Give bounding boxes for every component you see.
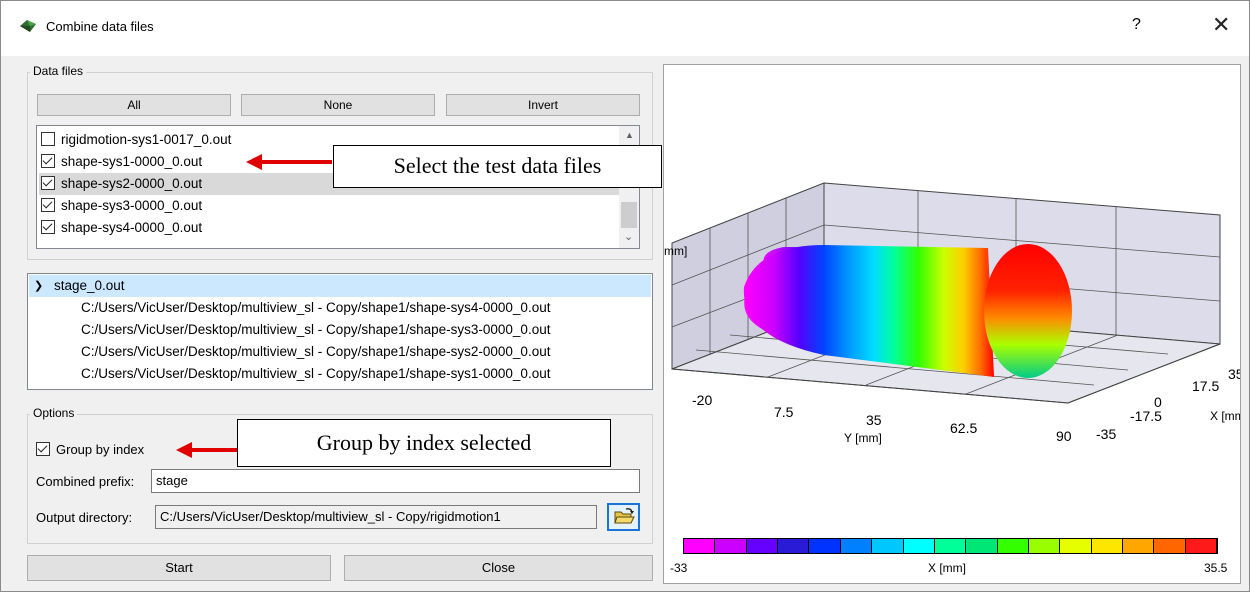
colorbar-min-label: -33 [670,561,688,575]
colorbar-swatch [1028,539,1061,553]
y-tick: 90 [1056,428,1072,444]
list-item-label: rigidmotion-sys1-0017_0.out [61,132,232,147]
colorbar-swatch [966,539,998,553]
checkbox[interactable] [41,176,55,190]
group-by-index-checkbox-row[interactable]: Group by index [36,440,144,460]
folder-open-icon [614,508,635,524]
tree-child[interactable]: C:/Users/VicUser/Desktop/multiview_sl - … [81,341,550,363]
list-item-label: shape-sys2-0000_0.out [61,176,203,191]
scrollbar-thumb[interactable] [621,202,637,228]
colorbar-swatch [1185,539,1218,553]
scroll-down-icon[interactable]: ⌄ [624,230,633,243]
y-axis-label: Y [mm] [844,431,882,445]
combined-prefix-input[interactable]: stage [151,469,640,493]
invert-selection-button[interactable]: Invert [446,94,640,116]
colorbar-swatch [1060,539,1092,553]
colorbar-swatch [746,539,779,553]
tree-root-label: stage_0.out [54,278,125,293]
x-tick: 17.5 [1192,378,1219,394]
start-button[interactable]: Start [27,555,331,581]
annotation-group-by-index: Group by index selected [237,419,611,467]
tree-child[interactable]: C:/Users/VicUser/Desktop/multiview_sl - … [81,319,550,341]
title-bar [0,0,1250,56]
close-window-button[interactable]: ✕ [1212,12,1230,38]
x-tick: -17.5 [1130,408,1162,424]
tree-child[interactable]: C:/Users/VicUser/Desktop/multiview_sl - … [81,363,550,385]
colorbar-swatch [840,539,873,553]
browse-folder-button[interactable] [607,503,640,531]
combined-files-tree[interactable]: ❯ stage_0.out C:/Users/VicUser/Desktop/m… [27,273,653,390]
list-item-label: shape-sys1-0000_0.out [61,154,203,169]
tree-child[interactable]: C:/Users/VicUser/Desktop/multiview_sl - … [81,297,550,319]
colorbar-swatch [809,539,841,553]
checkbox[interactable] [41,132,55,146]
group-by-index-checkbox[interactable] [36,442,50,456]
x-tick: 35 [1228,366,1240,382]
checkbox[interactable] [41,198,55,212]
list-item-label: shape-sys4-0000_0.out [61,220,203,235]
help-button[interactable]: ? [1132,16,1141,34]
checkbox[interactable] [41,154,55,168]
y-tick: -20 [692,392,712,408]
z-axis-label: mm] [664,244,687,258]
checkbox[interactable] [41,220,55,234]
y-tick: 7.5 [774,404,794,420]
output-directory-input[interactable]: C:/Users/VicUser/Desktop/multiview_sl - … [155,505,597,529]
list-item[interactable]: shape-sys4-0000_0.out [41,217,617,239]
colorbar-axis-label: X [mm] [928,561,966,575]
y-tick: 35 [866,412,882,428]
annotation-arrow [246,153,336,171]
colorbar-swatch [934,539,967,553]
3d-surface-plot: -20 7.5 35 62.5 90 Y [mm] -35 -17.5 0 17… [664,182,1245,445]
app-icon [18,18,38,34]
colorbar-swatch [684,539,716,553]
colorbar-swatch [1123,539,1155,553]
colorbar-swatch [778,539,810,553]
chevron-down-icon[interactable]: ❯ [34,275,43,297]
window-title: Combine data files [46,19,154,34]
combined-prefix-label: Combined prefix: [36,474,135,489]
colorbar-swatch [1154,539,1186,553]
colorbar [683,538,1218,554]
options-group-label: Options [30,406,78,420]
output-directory-label: Output directory: [36,510,133,525]
colorbar-swatch [872,539,904,553]
colorbar-swatch [1091,539,1124,553]
scroll-up-icon[interactable]: ▲ [625,130,634,140]
colorbar-swatch [903,539,935,553]
y-tick: 62.5 [950,420,977,436]
select-none-button[interactable]: None [241,94,435,116]
colorbar-swatch [997,539,1029,553]
annotation-arrow [176,441,240,459]
list-item-label: shape-sys3-0000_0.out [61,198,203,213]
plot-panel[interactable]: -20 7.5 35 62.5 90 Y [mm] -35 -17.5 0 17… [663,64,1245,584]
group-by-index-label: Group by index [56,442,145,457]
colorbar-max-label: 35.5 [1204,561,1228,575]
select-all-button[interactable]: All [37,94,231,116]
x-tick: 0 [1154,394,1162,410]
list-item[interactable]: shape-sys3-0000_0.out [41,195,617,217]
annotation-select-files: Select the test data files [333,145,662,188]
colorbar-swatch [715,539,747,553]
x-tick: -35 [1096,426,1116,442]
x-axis-label: X [mm [1210,409,1240,423]
close-button[interactable]: Close [344,555,653,581]
data-files-group-label: Data files [30,64,87,78]
